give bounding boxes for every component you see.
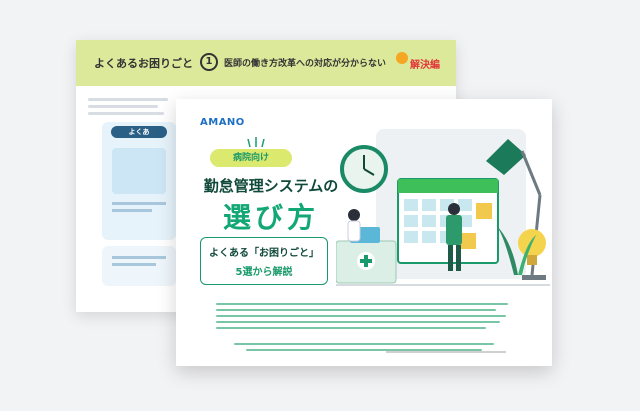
back-note-panel <box>102 246 176 286</box>
hospital-pill: 病院向け <box>210 149 292 167</box>
copyright-line <box>386 351 506 353</box>
back-illustration-panel: よくあ <box>102 122 176 240</box>
question-text: 医師の働き方改革への対応が分からない <box>224 59 387 69</box>
subtitle-line-2: 5選から解説 <box>235 267 293 278</box>
title-line-2: 選び方 <box>222 201 319 234</box>
subtitle-box: よくある「お困りごと」 5選から解説 <box>200 237 328 285</box>
back-page-header: よくあるお困りごと 1 医師の働き方改革への対応が分からない 解決編 <box>76 40 456 86</box>
clock-icon <box>340 145 388 193</box>
sparkle-icon <box>247 137 265 148</box>
back-panel-label: よくあ <box>111 126 167 138</box>
title-line-1: 勤怠管理システムの <box>203 177 339 195</box>
office-illustration <box>336 129 550 286</box>
back-header-title: よくあるお困りごと <box>94 57 193 70</box>
solution-tag: 解決編 <box>410 60 440 71</box>
bulb-icon <box>396 52 408 64</box>
question-number: 1 <box>200 53 218 71</box>
front-document-cover: AMANO 病院向け 勤怠管理システムの 選び方 よくある「お困りごと」 5選か… <box>176 99 552 366</box>
description-text-block <box>216 299 512 355</box>
back-panel-illustration <box>112 148 166 194</box>
nurse-figure <box>347 209 361 242</box>
amano-logo: AMANO <box>200 117 245 128</box>
subtitle-line-1: よくある「お困りごと」 <box>209 248 319 259</box>
